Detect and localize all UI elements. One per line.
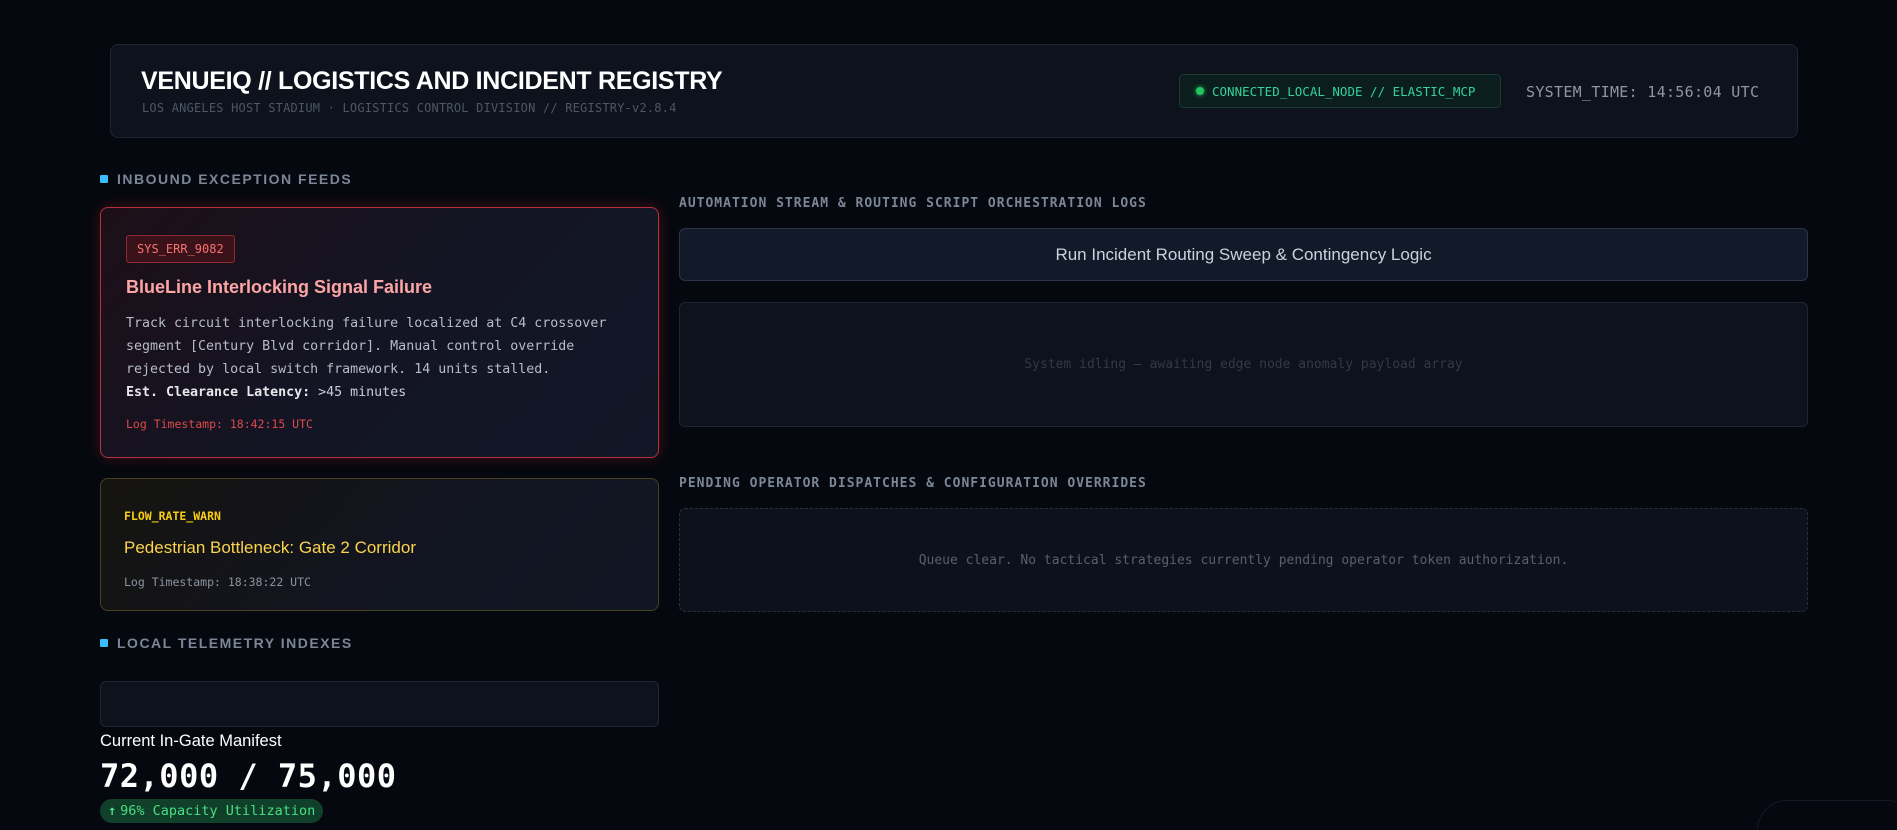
- warning-incident-card[interactable]: FLOW_RATE_WARN Pedestrian Bottleneck: Ga…: [100, 478, 659, 611]
- incident-description: Track circuit interlocking failure local…: [126, 316, 607, 377]
- critical-incident-card[interactable]: SYS_ERR_9082 BlueLine Interlocking Signa…: [100, 207, 659, 458]
- exception-feeds-heading-text: INBOUND EXCEPTION FEEDS: [117, 171, 353, 187]
- incident-code-badge: SYS_ERR_9082: [126, 235, 235, 263]
- status-dot-icon: [1196, 87, 1204, 95]
- idle-message: System idling — awaiting edge node anoma…: [1024, 357, 1463, 372]
- capacity-utilization-text: 96% Capacity Utilization: [120, 803, 316, 819]
- arrow-up-icon: ↑: [108, 803, 117, 819]
- capacity-utilization-badge: ↑ 96% Capacity Utilization: [100, 799, 324, 823]
- manifest-value: 72,000 / 75,000: [100, 757, 397, 795]
- app-header: VENUEIQ // LOGISTICS AND INCIDENT REGIST…: [110, 44, 1798, 138]
- pending-dispatches-heading: PENDING OPERATOR DISPATCHES & CONFIGURAT…: [679, 476, 1147, 491]
- section-bullet-icon: [100, 175, 108, 183]
- latency-label: Est. Clearance Latency:: [126, 385, 311, 400]
- connection-status-badge: CONNECTED_LOCAL_NODE // ELASTIC_MCP: [1179, 74, 1501, 108]
- page-title: VENUEIQ // LOGISTICS AND INCIDENT REGIST…: [141, 67, 723, 95]
- warning-code-label: FLOW_RATE_WARN: [124, 509, 221, 523]
- connection-status-text: CONNECTED_LOCAL_NODE // ELASTIC_MCP: [1212, 83, 1476, 99]
- corner-decoration: [1757, 800, 1897, 830]
- warning-title: Pedestrian Bottleneck: Gate 2 Corridor: [124, 538, 416, 557]
- manifest-label: Current In-Gate Manifest: [100, 732, 282, 750]
- incident-timestamp: Log Timestamp: 18:42:15 UTC: [126, 417, 313, 431]
- queue-empty-message: Queue clear. No tactical strategies curr…: [918, 552, 1569, 568]
- latency-value: >45 minutes: [318, 385, 407, 400]
- warning-timestamp: Log Timestamp: 18:38:22 UTC: [124, 575, 311, 589]
- incident-title: BlueLine Interlocking Signal Failure: [126, 277, 433, 297]
- exception-feeds-heading: INBOUND EXCEPTION FEEDS: [100, 171, 352, 187]
- automation-log-output: System idling — awaiting edge node anoma…: [679, 302, 1808, 427]
- section-bullet-icon: [100, 639, 108, 647]
- incident-description-block: Track circuit interlocking failure local…: [126, 312, 641, 404]
- page-subtitle: LOS ANGELES HOST STADIUM · LOGISTICS CON…: [142, 101, 677, 115]
- run-routing-sweep-button[interactable]: Run Incident Routing Sweep & Contingency…: [679, 228, 1808, 281]
- incident-latency: Est. Clearance Latency: >45 minutes: [126, 381, 641, 404]
- pending-dispatch-queue: Queue clear. No tactical strategies curr…: [679, 508, 1808, 612]
- telemetry-heading: LOCAL TELEMETRY INDEXES: [100, 635, 353, 651]
- telemetry-panel: [100, 681, 659, 727]
- automation-logs-heading: AUTOMATION STREAM & ROUTING SCRIPT ORCHE…: [679, 196, 1147, 211]
- telemetry-heading-text: LOCAL TELEMETRY INDEXES: [117, 635, 353, 651]
- system-time: SYSTEM_TIME: 14:56:04 UTC: [1526, 83, 1760, 101]
